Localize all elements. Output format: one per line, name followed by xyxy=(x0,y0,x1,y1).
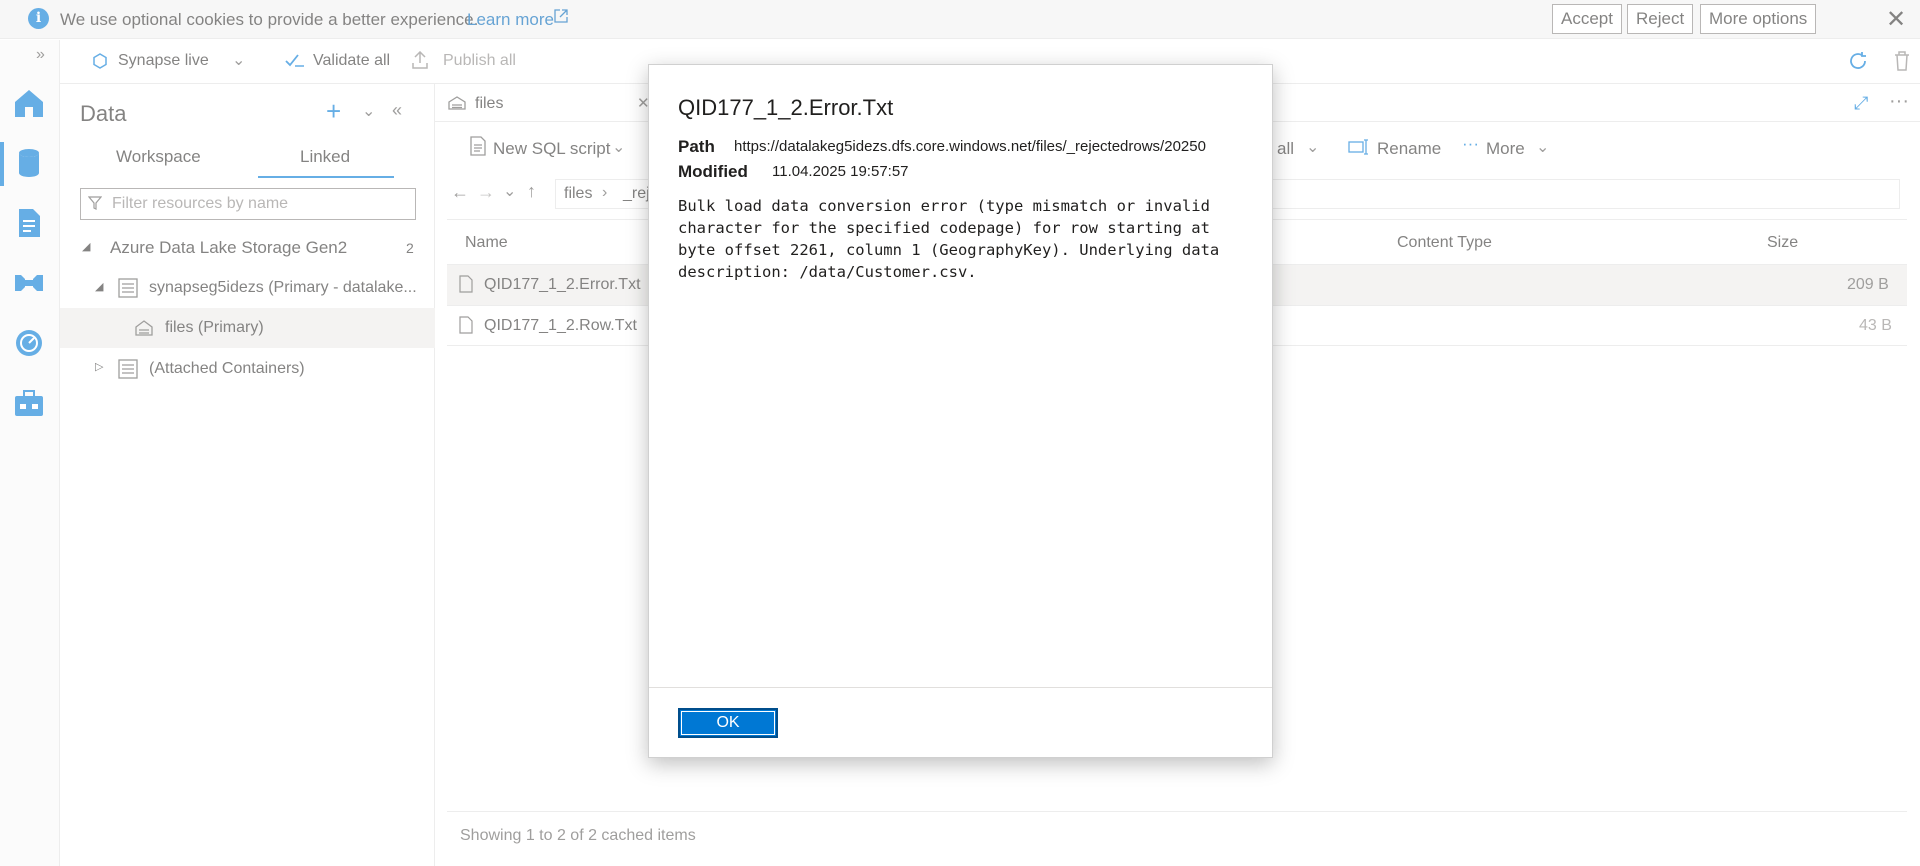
file-preview-dialog: QID177_1_2.Error.Txt Path https://datala… xyxy=(648,64,1273,758)
modified-value: 11.04.2025 19:57:57 xyxy=(772,163,909,180)
modified-label: Modified xyxy=(678,162,748,181)
path-label: Path xyxy=(678,137,715,156)
ok-button[interactable]: OK xyxy=(678,708,778,738)
file-content: Bulk load data conversion error (type mi… xyxy=(678,197,1220,281)
path-value: https://datalakeg5idezs.dfs.core.windows… xyxy=(734,138,1206,155)
dialog-title: QID177_1_2.Error.Txt xyxy=(678,95,894,120)
dialog-divider xyxy=(649,687,1272,688)
